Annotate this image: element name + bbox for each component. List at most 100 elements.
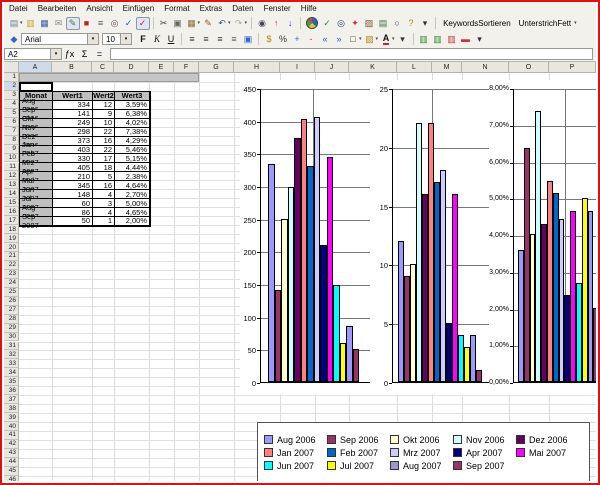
autospellcheck-icon[interactable]: ✓ — [136, 17, 150, 30]
row-header-21[interactable]: 21 — [4, 252, 19, 261]
chevron-down-icon[interactable]: ▾ — [392, 36, 395, 42]
row-header-2[interactable]: 2 — [4, 82, 19, 91]
font-size-combo[interactable]: 10▾ — [102, 33, 132, 45]
chevron-down-icon[interactable]: ▾ — [20, 20, 23, 26]
custom-button-unterstrichfett[interactable]: UnterstrichFett — [515, 18, 575, 29]
email-icon[interactable]: ✉ — [52, 17, 66, 30]
save-icon[interactable]: ▦ — [38, 17, 52, 30]
chevron-down-icon[interactable]: ▾ — [228, 20, 231, 26]
cut-icon[interactable]: ✂ — [157, 17, 171, 30]
row-header-6[interactable]: 6 — [4, 118, 19, 127]
chevron-down-icon[interactable]: ▾ — [87, 34, 98, 44]
menu-item-format[interactable]: Format — [159, 3, 194, 14]
row-header-19[interactable]: 19 — [4, 234, 19, 243]
column-header-k[interactable]: K — [349, 62, 397, 73]
delete-decimal-icon[interactable]: - — [304, 33, 318, 46]
menu-item-datei[interactable]: Datei — [4, 3, 33, 14]
toolbar-overflow-icon[interactable]: ▾ — [473, 33, 487, 46]
row-header-38[interactable]: 38 — [4, 404, 19, 413]
copy-icon[interactable]: ▣ — [171, 17, 185, 30]
navigator-icon[interactable]: ✦ — [348, 17, 362, 30]
menu-item-hilfe[interactable]: Hilfe — [296, 3, 322, 14]
column-header-c[interactable]: C — [92, 62, 114, 73]
row-header-20[interactable]: 20 — [4, 243, 19, 252]
row-header-45[interactable]: 45 — [4, 467, 19, 476]
column-header-l[interactable]: L — [397, 62, 432, 73]
chevron-down-icon[interactable]: ▾ — [359, 36, 362, 42]
italic-button[interactable]: K — [150, 33, 164, 46]
row-header-18[interactable]: 18 — [4, 225, 19, 234]
align-left-icon[interactable]: ≡ — [185, 33, 199, 46]
insert-chart-icon[interactable] — [306, 17, 318, 29]
find-replace-icon[interactable]: ◎ — [334, 17, 348, 30]
row-header-42[interactable]: 42 — [4, 440, 19, 449]
row-header-4[interactable]: 4 — [4, 100, 19, 109]
data-table[interactable]: MonatWert1Wert2Wert3Aug 2006334123,59%Se… — [19, 91, 151, 227]
row-header-3[interactable]: 3 — [4, 91, 19, 100]
open-icon[interactable]: ▥ — [24, 17, 38, 30]
column-header-e[interactable]: E — [149, 62, 174, 73]
menu-item-extras[interactable]: Extras — [195, 3, 228, 14]
edit-file-icon[interactable]: ✎ — [66, 17, 80, 30]
column-header-g[interactable]: G — [199, 62, 234, 73]
column-header-n[interactable]: N — [462, 62, 509, 73]
table-cell-value[interactable]: 2,00% — [115, 217, 150, 226]
align-center-icon[interactable]: ≡ — [199, 33, 213, 46]
chevron-down-icon[interactable]: ▾ — [120, 34, 131, 44]
row-header-7[interactable]: 7 — [4, 127, 19, 136]
row-header-10[interactable]: 10 — [4, 154, 19, 163]
row-header-5[interactable]: 5 — [4, 109, 19, 118]
row-header-28[interactable]: 28 — [4, 315, 19, 324]
row-header-31[interactable]: 31 — [4, 342, 19, 351]
align-justified-icon[interactable]: ≡ — [227, 33, 241, 46]
print-icon[interactable]: ≡ — [94, 17, 108, 30]
toolbar-overflow-icon[interactable]: ▾ — [418, 17, 432, 30]
check-icon[interactable]: ✓ — [320, 17, 334, 30]
column-header-j[interactable]: J — [315, 62, 349, 73]
row-header-29[interactable]: 29 — [4, 324, 19, 333]
row-header-27[interactable]: 27 — [4, 306, 19, 315]
sum-button[interactable]: Σ — [77, 49, 92, 59]
row-header-13[interactable]: 13 — [4, 180, 19, 189]
row-header-25[interactable]: 25 — [4, 288, 19, 297]
insert-column-icon[interactable]: ▥ — [431, 33, 445, 46]
styles-icon[interactable]: ◆ — [7, 33, 21, 46]
row-header-41[interactable]: 41 — [4, 431, 19, 440]
decrease-indent-icon[interactable]: « — [318, 33, 332, 46]
row-header-32[interactable]: 32 — [4, 350, 19, 359]
row-header-43[interactable]: 43 — [4, 449, 19, 458]
redo-icon[interactable]: ↷ — [232, 17, 246, 30]
menu-item-daten[interactable]: Daten — [227, 3, 258, 14]
sort-ascending-icon[interactable]: ↑ — [269, 17, 283, 30]
font-color-icon[interactable]: A — [379, 33, 393, 46]
hyperlink-icon[interactable]: ◉ — [255, 17, 269, 30]
export-pdf-icon[interactable]: ■ — [80, 17, 94, 30]
formula-input[interactable] — [110, 48, 593, 60]
menu-item-einfügen[interactable]: Einfügen — [118, 3, 160, 14]
spellcheck-icon[interactable]: ✓ — [122, 17, 136, 30]
row-header-34[interactable]: 34 — [4, 368, 19, 377]
column-header-m[interactable]: M — [432, 62, 462, 73]
chevron-down-icon[interactable]: ▾ — [376, 36, 379, 42]
row-header-36[interactable]: 36 — [4, 386, 19, 395]
toolbar-overflow-icon[interactable]: ▾ — [396, 33, 410, 46]
add-decimal-icon[interactable]: + — [290, 33, 304, 46]
insert-row-icon[interactable]: ▥ — [417, 33, 431, 46]
increase-indent-icon[interactable]: » — [332, 33, 346, 46]
align-right-icon[interactable]: ≡ — [213, 33, 227, 46]
row-header-8[interactable]: 8 — [4, 136, 19, 145]
percent-format-icon[interactable]: % — [276, 33, 290, 46]
menu-item-ansicht[interactable]: Ansicht — [81, 3, 117, 14]
row-header-11[interactable]: 11 — [4, 163, 19, 172]
row-header-26[interactable]: 26 — [4, 297, 19, 306]
column-header-h[interactable]: H — [234, 62, 280, 73]
column-header-d[interactable]: D — [114, 62, 149, 73]
chevron-down-icon[interactable]: ▾ — [198, 20, 201, 26]
zoom-icon[interactable]: ○ — [390, 17, 404, 30]
column-header-o[interactable]: O — [509, 62, 549, 73]
row-header-15[interactable]: 15 — [4, 198, 19, 207]
gallery-icon[interactable]: ▨ — [362, 17, 376, 30]
paste-icon[interactable]: ▦ — [185, 17, 199, 30]
equals-button[interactable]: = — [92, 49, 107, 59]
row-header-37[interactable]: 37 — [4, 395, 19, 404]
